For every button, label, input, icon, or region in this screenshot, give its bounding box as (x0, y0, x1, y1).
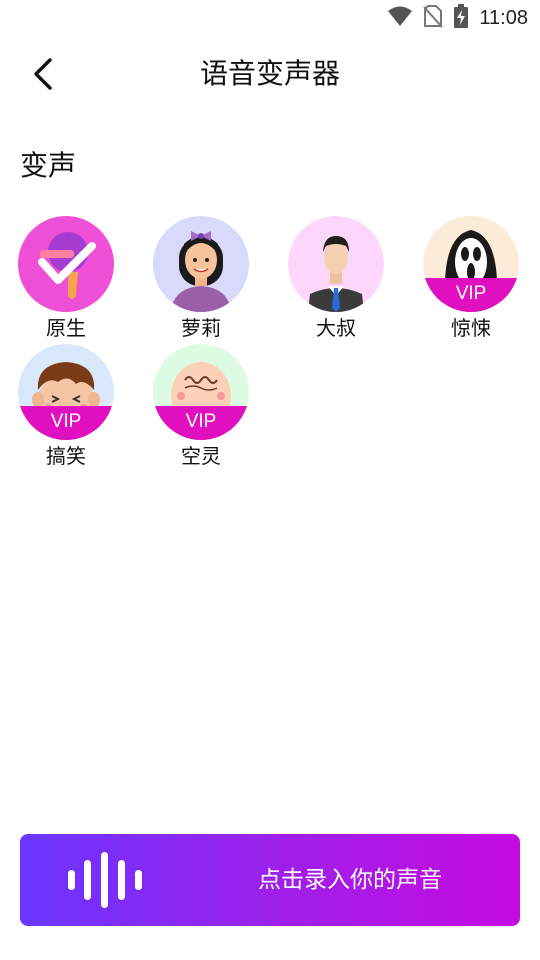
effect-label: 原生 (46, 316, 86, 340)
vip-badge: VIP (423, 278, 519, 312)
effect-girl[interactable]: 萝莉 (151, 216, 251, 344)
effect-uncle[interactable]: 大叔 (286, 216, 386, 344)
effect-label: 萝莉 (181, 316, 221, 340)
effect-label: 空灵 (181, 444, 221, 468)
effect-label: 搞笑 (46, 444, 86, 468)
effect-ethereal[interactable]: VIP 空灵 (151, 344, 251, 472)
vip-badge: VIP (153, 406, 249, 440)
sound-wave-icon (68, 852, 142, 908)
effect-original[interactable]: 原生 (16, 216, 116, 344)
wifi-icon (387, 5, 413, 31)
effect-funny[interactable]: VIP 搞笑 (16, 344, 116, 472)
record-button-label: 点击录入你的声音 (258, 867, 442, 893)
record-voice-button[interactable]: 点击录入你的声音 (20, 834, 520, 926)
vip-badge: VIP (18, 406, 114, 440)
effect-label: 惊悚 (451, 316, 491, 340)
effect-label: 大叔 (316, 316, 356, 340)
status-icons: 11:08 (387, 4, 528, 32)
effect-horror[interactable]: VIP 惊悚 (421, 216, 521, 344)
page-title: 语音变声器 (199, 57, 340, 90)
no-sim-icon (423, 4, 444, 32)
header: 语音变声器 (0, 44, 540, 104)
status-time: 11:08 (479, 6, 528, 29)
battery-charging-icon (453, 4, 469, 32)
ghost-scream-mask-icon: VIP (423, 216, 519, 312)
checkmark-microphone-icon (18, 216, 114, 312)
bald-baby-avatar-icon: VIP (153, 344, 249, 440)
status-bar: 11:08 (0, 0, 540, 36)
section-title: 变声 (20, 149, 77, 182)
girl-avatar-icon (153, 216, 249, 312)
laughing-boy-avatar-icon: VIP (18, 344, 114, 440)
man-in-suit-avatar-icon (288, 216, 384, 312)
